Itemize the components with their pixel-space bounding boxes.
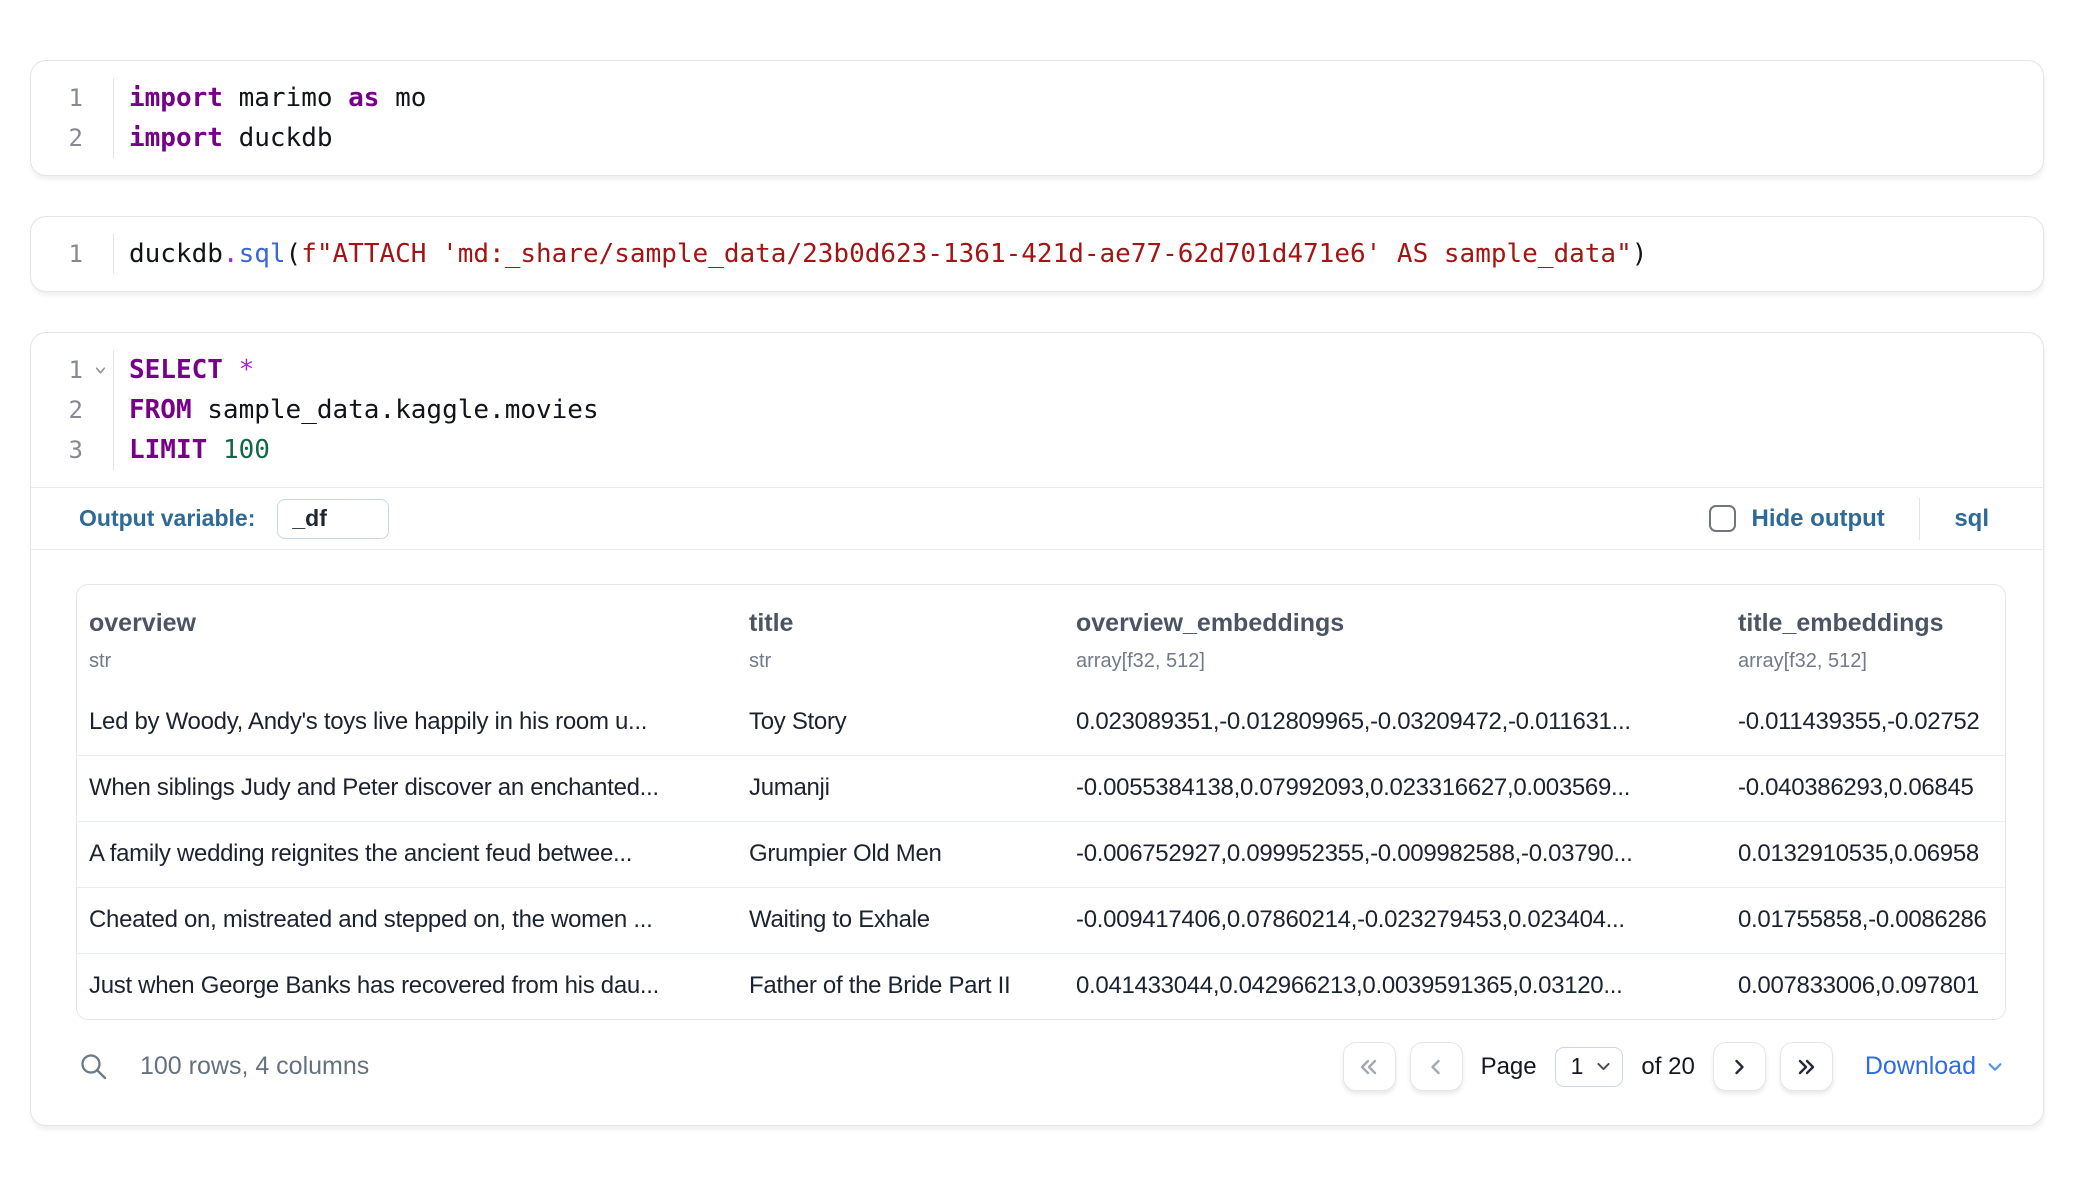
- column-dtype: array[f32, 512]: [1076, 650, 1714, 673]
- row-count-summary: 100 rows, 4 columns: [140, 1052, 369, 1081]
- code-editor-imports[interactable]: 12 import marimo as moimport duckdb: [31, 61, 2043, 175]
- line-number-gutter: 12: [31, 78, 114, 158]
- output-variable-label: Output variable:: [79, 505, 255, 532]
- page-select[interactable]: 1: [1555, 1047, 1624, 1087]
- code-cell-sql: 123 SELECT *FROM sample_data.kaggle.movi…: [30, 332, 2044, 1126]
- line-number-gutter: 123: [31, 350, 114, 470]
- hide-output-label[interactable]: Hide output: [1752, 505, 1885, 533]
- output-variable-input[interactable]: [277, 499, 389, 539]
- output-variable-bar: Output variable: Hide output sql: [31, 487, 2043, 550]
- chevron-left-icon: [1424, 1055, 1448, 1079]
- column-header-overview[interactable]: overview str: [77, 585, 737, 689]
- table-cell: Waiting to Exhale: [737, 887, 1064, 953]
- table-cell: Jumanji: [737, 755, 1064, 821]
- cell-output-area: overview str title str overview_embeddin…: [31, 550, 2043, 1125]
- line-number: 1: [31, 78, 113, 118]
- code-content[interactable]: SELECT *FROM sample_data.kaggle.moviesLI…: [114, 350, 599, 470]
- table-cell: Grumpier Old Men: [737, 821, 1064, 887]
- line-number: 2: [31, 390, 113, 430]
- code-editor-sql[interactable]: 123 SELECT *FROM sample_data.kaggle.movi…: [31, 333, 2043, 487]
- chevrons-right-icon: [1794, 1055, 1818, 1079]
- line-number-gutter: 1: [31, 234, 114, 274]
- table-cell: -0.011439355,-0.02752: [1726, 689, 2005, 755]
- line-number: 1: [31, 234, 113, 274]
- table-cell: Toy Story: [737, 689, 1064, 755]
- line-number: 2: [31, 118, 113, 158]
- hide-output-checkbox[interactable]: [1709, 505, 1736, 532]
- column-dtype: array[f32, 512]: [1738, 650, 1993, 673]
- table-cell: 0.007833006,0.097801: [1726, 953, 2005, 1019]
- code-editor-attach[interactable]: 1 duckdb.sql(f"ATTACH 'md:_share/sample_…: [31, 217, 2043, 291]
- chevron-down-icon: [1986, 1058, 2004, 1076]
- table-cell: -0.040386293,0.06845: [1726, 755, 2005, 821]
- chevron-down-icon: [1595, 1058, 1612, 1075]
- result-table: overview str title str overview_embeddin…: [76, 584, 2006, 1020]
- column-dtype: str: [89, 650, 725, 673]
- next-page-button[interactable]: [1713, 1042, 1766, 1091]
- table-cell: -0.006752927,0.099952355,-0.009982588,-0…: [1064, 821, 1726, 887]
- chevron-right-icon: [1727, 1055, 1751, 1079]
- line-number: 1: [31, 350, 113, 390]
- table-cell: Cheated on, mistreated and stepped on, t…: [77, 887, 737, 953]
- line-number: 3: [31, 430, 113, 470]
- column-header-title-embeddings[interactable]: title_embeddings array[f32, 512]: [1726, 585, 2005, 689]
- table-row: Just when George Banks has recovered fro…: [77, 953, 2005, 1019]
- table-header-row: overview str title str overview_embeddin…: [77, 585, 2005, 689]
- table-cell: 0.0132910535,0.06958: [1726, 821, 2005, 887]
- table-cell: A family wedding reignites the ancient f…: [77, 821, 737, 887]
- divider: [1919, 498, 1921, 540]
- table-cell: -0.009417406,0.07860214,-0.023279453,0.0…: [1064, 887, 1726, 953]
- chevrons-left-icon: [1357, 1055, 1381, 1079]
- table-row: When siblings Judy and Peter discover an…: [77, 755, 2005, 821]
- notebook-page: 12 import marimo as moimport duckdb 1 du…: [0, 0, 2086, 1126]
- table-cell: 0.041433044,0.042966213,0.0039591365,0.0…: [1064, 953, 1726, 1019]
- code-content[interactable]: duckdb.sql(f"ATTACH 'md:_share/sample_da…: [114, 234, 1647, 274]
- table-cell: Led by Woody, Andy's toys live happily i…: [77, 689, 737, 755]
- cell-language-badge[interactable]: sql: [1954, 505, 1989, 533]
- table-row: A family wedding reignites the ancient f…: [77, 821, 2005, 887]
- fold-chevron-icon[interactable]: [93, 363, 108, 378]
- code-cell-attach: 1 duckdb.sql(f"ATTACH 'md:_share/sample_…: [30, 216, 2044, 292]
- table-cell: When siblings Judy and Peter discover an…: [77, 755, 737, 821]
- table-cell: Father of the Bride Part II: [737, 953, 1064, 1019]
- column-dtype: str: [749, 650, 1052, 673]
- code-cell-imports: 12 import marimo as moimport duckdb: [30, 60, 2044, 176]
- download-button[interactable]: Download: [1865, 1052, 2004, 1081]
- column-header-title[interactable]: title str: [737, 585, 1064, 689]
- code-content[interactable]: import marimo as moimport duckdb: [114, 78, 426, 158]
- page-label: Page: [1481, 1053, 1537, 1081]
- table-row: Led by Woody, Andy's toys live happily i…: [77, 689, 2005, 755]
- table-cell: 0.01755858,-0.0086286: [1726, 887, 2005, 953]
- column-header-overview-embeddings[interactable]: overview_embeddings array[f32, 512]: [1064, 585, 1726, 689]
- previous-page-button[interactable]: [1410, 1042, 1463, 1091]
- table-row: Cheated on, mistreated and stepped on, t…: [77, 887, 2005, 953]
- first-page-button[interactable]: [1343, 1042, 1396, 1091]
- table-footer: 100 rows, 4 columns Page: [76, 1020, 2006, 1091]
- search-icon[interactable]: [78, 1051, 110, 1083]
- table-cell: 0.023089351,-0.012809965,-0.03209472,-0.…: [1064, 689, 1726, 755]
- page-total-label: of 20: [1641, 1053, 1694, 1081]
- table-cell: Just when George Banks has recovered fro…: [77, 953, 737, 1019]
- last-page-button[interactable]: [1780, 1042, 1833, 1091]
- table-cell: -0.0055384138,0.07992093,0.023316627,0.0…: [1064, 755, 1726, 821]
